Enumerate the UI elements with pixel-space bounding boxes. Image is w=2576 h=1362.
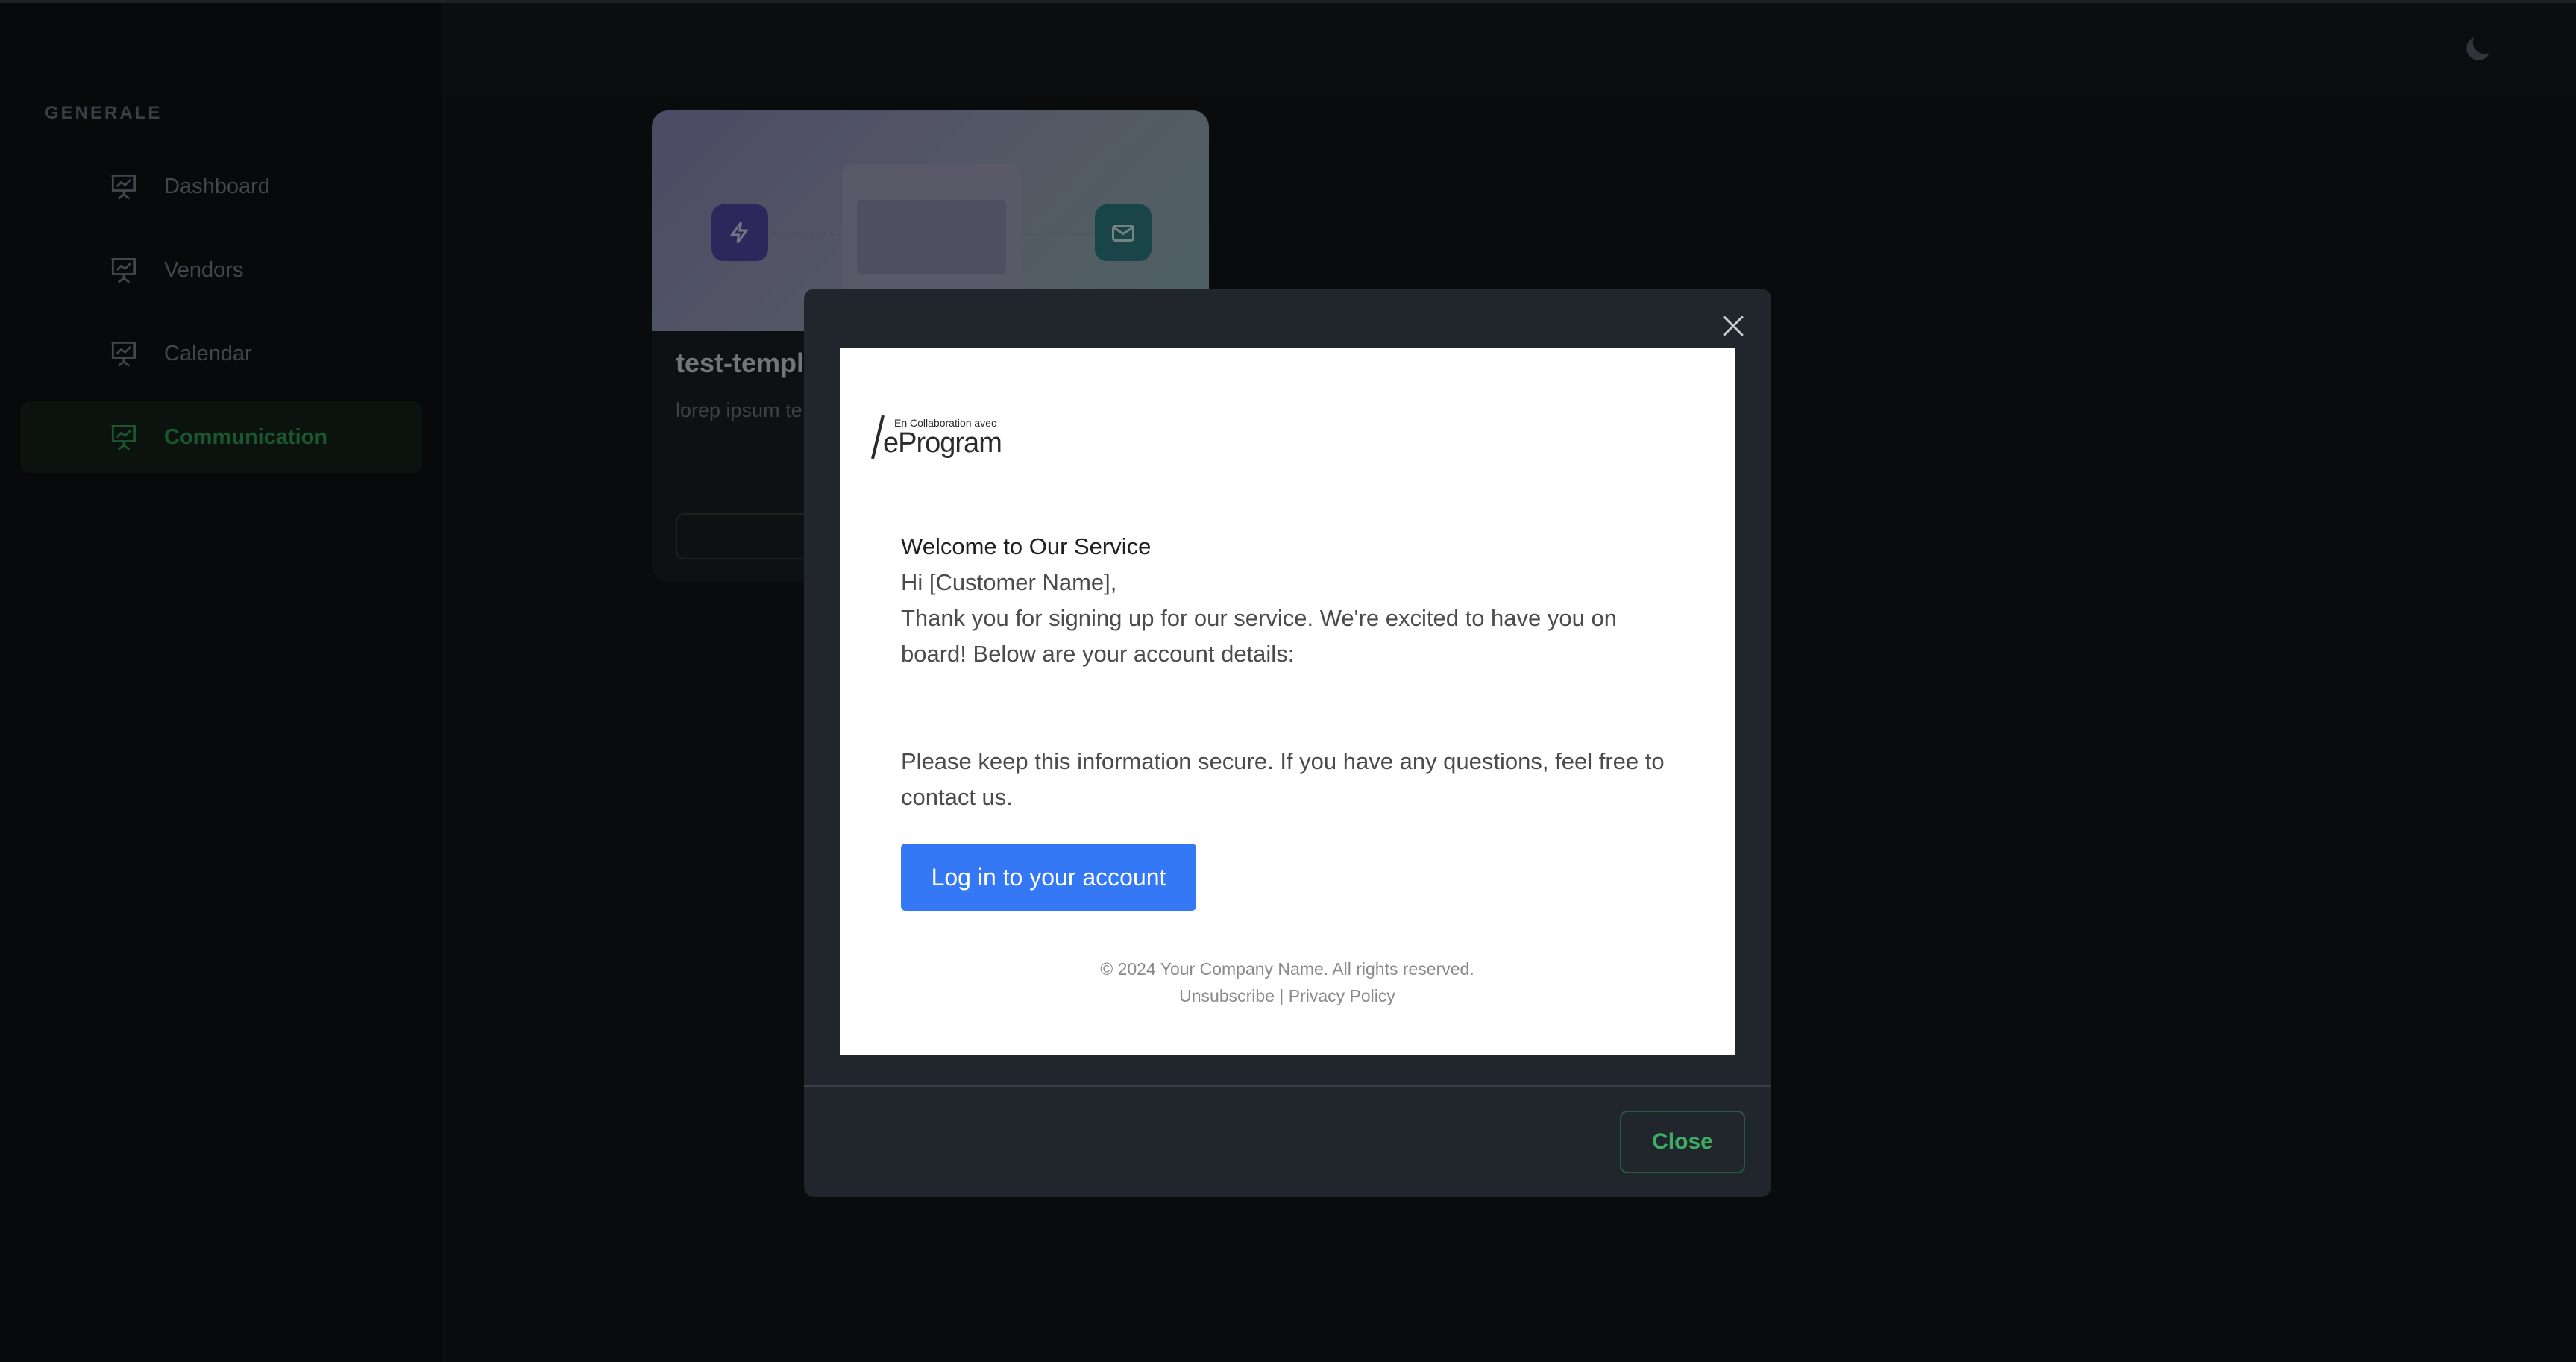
email-body: Welcome to Our Service Hi [Customer Name… [901,529,1677,815]
login-button[interactable]: Log in to your account [901,844,1196,911]
email-security-note: Please keep this information secure. If … [901,748,1665,810]
close-button[interactable]: Close [1620,1111,1745,1173]
modal-divider [804,1085,1771,1087]
email-preview-frame: En Collaboration avec eProgram Welcome t… [840,348,1735,1055]
app-root: GENERALE Dashboard Vendors Calendar Comm… [0,0,2576,1362]
close-icon[interactable] [1717,310,1750,342]
email-heading: Welcome to Our Service [901,533,1152,559]
email-footer: © 2024 Your Company Name. All rights res… [840,955,1735,1009]
email-intro: Thank you for signing up for our service… [901,605,1617,667]
email-preview-modal: En Collaboration avec eProgram Welcome t… [804,289,1771,1197]
email-spacer [901,672,1677,744]
logo-name: eProgram [883,427,1002,459]
footer-copyright: © 2024 Your Company Name. All rights res… [1100,959,1474,979]
eprogram-logo: En Collaboration avec eProgram [870,409,1026,462]
footer-links[interactable]: Unsubscribe | Privacy Policy [840,982,1735,1009]
email-greeting: Hi [Customer Name], [901,569,1117,595]
